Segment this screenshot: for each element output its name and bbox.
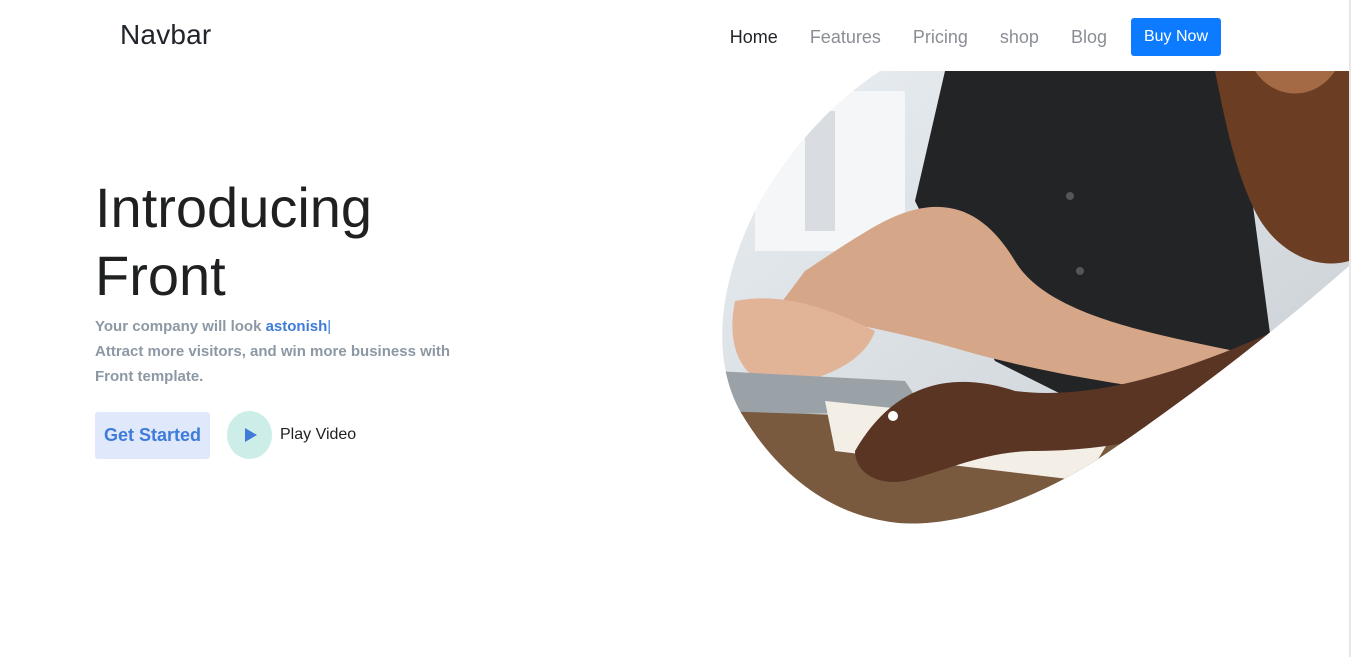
navbar: Navbar Home Features Pricing shop Blog B… (0, 0, 1349, 71)
nav-home[interactable]: Home (730, 15, 778, 59)
play-video-button[interactable]: Play Video (227, 411, 356, 459)
hero-title-line2: Front (95, 244, 226, 307)
navbar-brand[interactable]: Navbar (120, 19, 211, 51)
hero-text: Your company will look astonish| Attract… (95, 314, 475, 389)
typing-cursor: | (327, 318, 332, 335)
hero-title-line1: Introducing (95, 176, 373, 239)
nav-blog[interactable]: Blog (1071, 15, 1107, 59)
play-video-label[interactable]: Play Video (280, 426, 356, 444)
nav-features[interactable]: Features (810, 15, 881, 59)
nav-links: Home Features Pricing shop Blog Buy Now (698, 15, 1221, 59)
nav-pricing[interactable]: Pricing (913, 15, 968, 59)
landing-page: Navbar Home Features Pricing shop Blog B… (0, 0, 1351, 657)
tagline-typed-word: astonish (265, 318, 328, 335)
tagline-prefix: Your company will look (95, 318, 262, 335)
hero-description: Attract more visitors, and win more busi… (95, 343, 451, 385)
buy-now-button[interactable]: Buy Now (1130, 18, 1221, 56)
play-icon[interactable] (227, 411, 272, 459)
nav-shop[interactable]: shop (1000, 15, 1039, 59)
hero-image (722, 71, 1349, 524)
get-started-button[interactable]: Get Started (95, 412, 210, 459)
hero-title: Introducing Front (95, 174, 655, 310)
